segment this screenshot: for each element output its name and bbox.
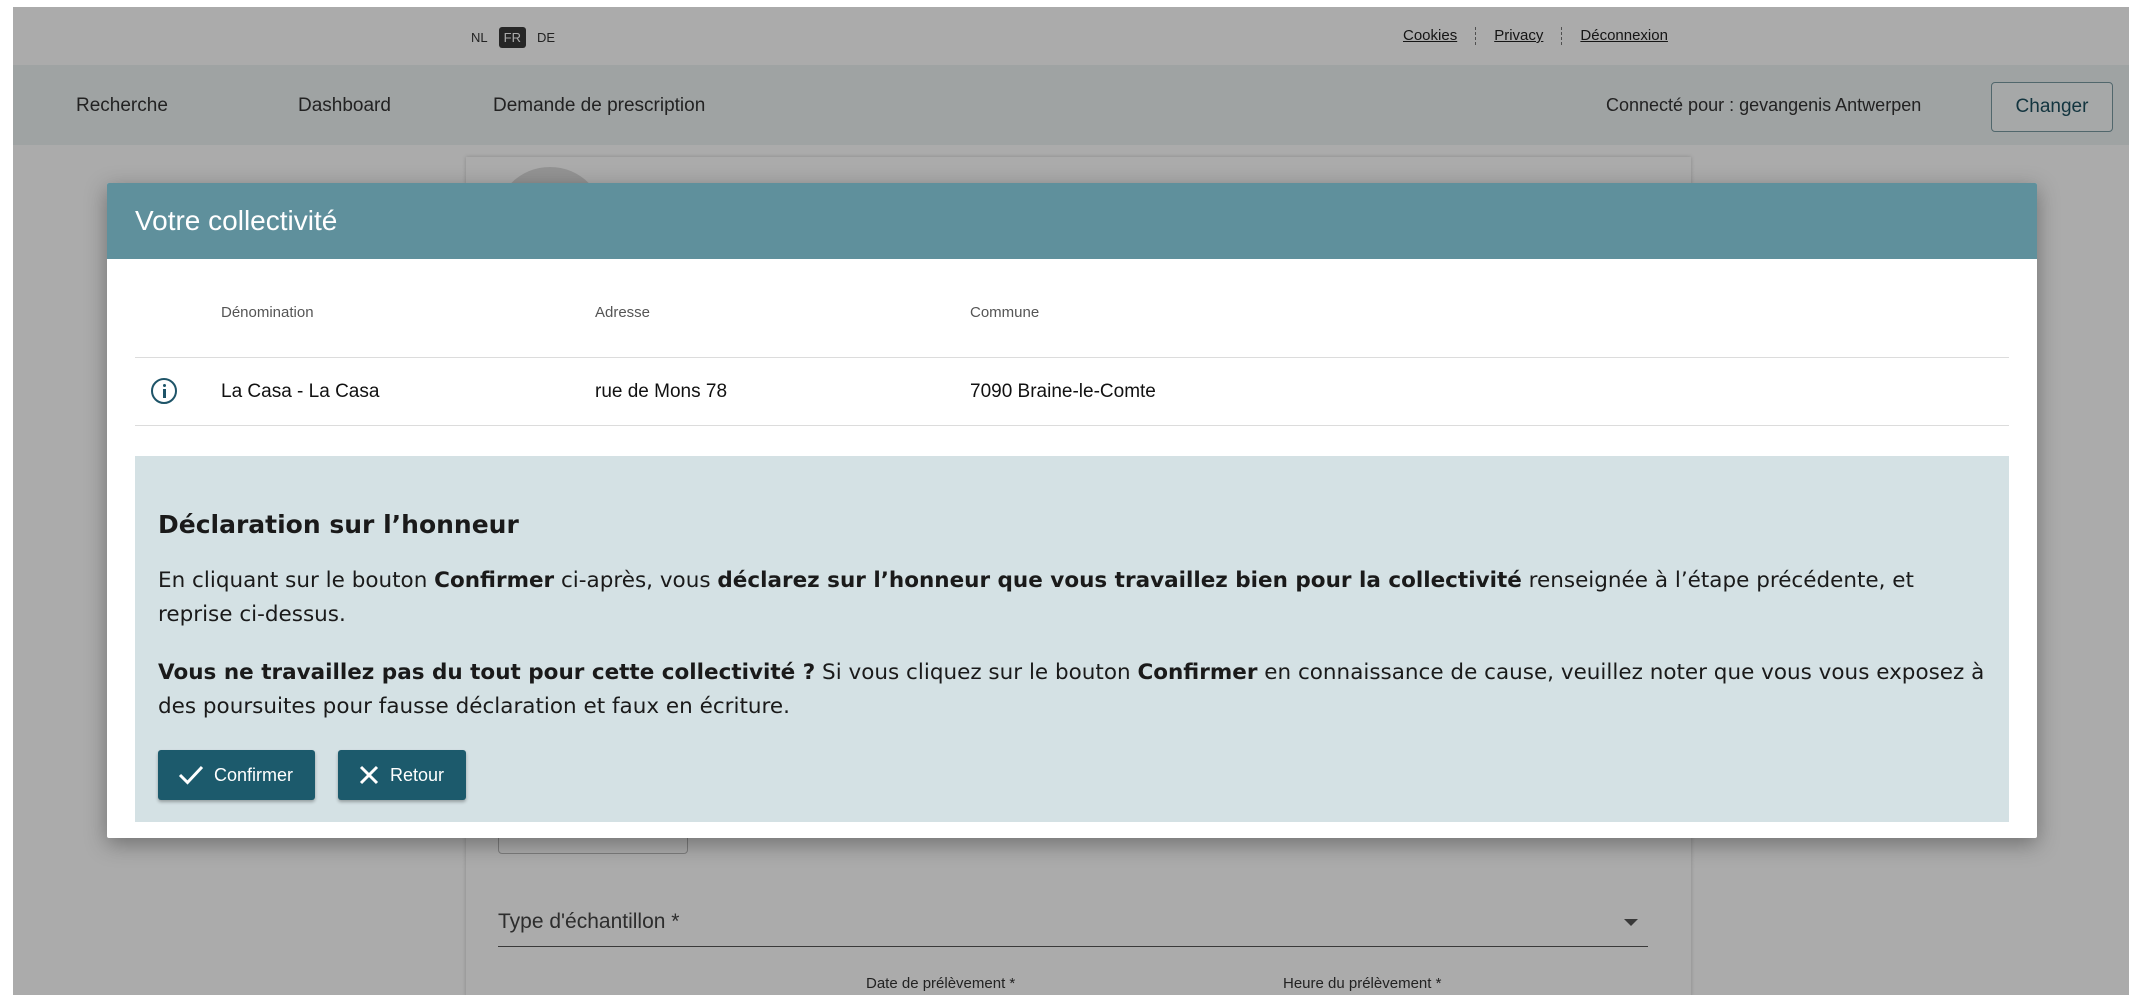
bold-segment: Confirmer: [1137, 660, 1258, 685]
declaration-title: Déclaration sur l’honneur: [158, 510, 519, 539]
column-header-adresse: Adresse: [595, 304, 651, 321]
bold-segment: Vous ne travaillez pas du tout pour cett…: [158, 660, 816, 685]
declaration-panel: Déclaration sur l’honneur En cliquant su…: [135, 456, 2009, 822]
text-segment: En cliquant sur le bouton: [158, 568, 435, 593]
column-header-denomination: Dénomination: [221, 304, 314, 321]
back-button[interactable]: Retour: [338, 750, 467, 800]
collectivity-table: Dénomination Adresse Commune La Casa - L…: [135, 277, 2009, 426]
back-button-label: Retour: [390, 764, 445, 785]
bold-segment: déclarez sur l’honneur que vous travaill…: [717, 568, 1522, 593]
declaration-paragraph-2: Vous ne travaillez pas du tout pour cett…: [158, 656, 1988, 724]
cell-denomination: La Casa - La Casa: [221, 381, 380, 402]
modal-header: Votre collectivité: [107, 183, 2037, 259]
info-icon[interactable]: [151, 378, 177, 404]
collectivity-modal: Votre collectivité Dénomination Adresse …: [107, 183, 2037, 838]
table-row: La Casa - La Casa rue de Mons 78 7090 Br…: [135, 358, 2009, 426]
modal-title: Votre collectivité: [135, 205, 338, 236]
confirm-button[interactable]: Confirmer: [158, 750, 316, 800]
text-segment: ci-après, vous: [554, 568, 718, 593]
confirm-button-label: Confirmer: [214, 764, 294, 785]
declaration-paragraph-1: En cliquant sur le bouton Confirmer ci-a…: [158, 564, 1988, 632]
text-segment: Si vous cliquez sur le bouton: [815, 660, 1138, 685]
cell-adresse: rue de Mons 78: [595, 381, 728, 402]
close-icon: [359, 765, 379, 785]
table-header: Dénomination Adresse Commune: [135, 277, 2009, 358]
bold-segment: Confirmer: [434, 568, 555, 593]
column-header-commune: Commune: [970, 304, 1040, 321]
check-icon: [178, 765, 204, 785]
cell-commune: 7090 Braine-le-Comte: [970, 381, 1156, 402]
